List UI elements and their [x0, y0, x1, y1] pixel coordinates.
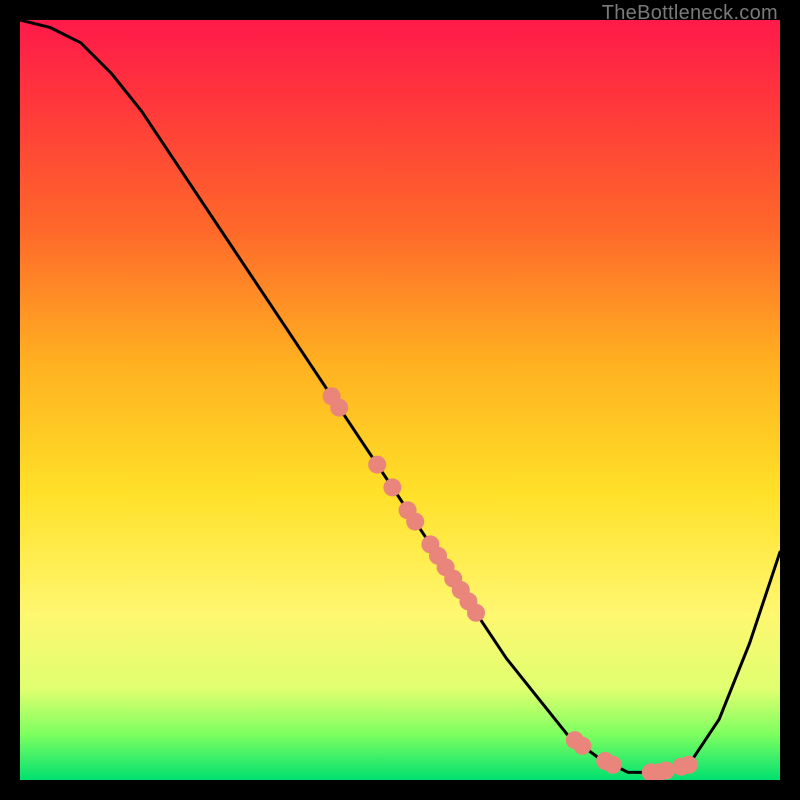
watermark-text: TheBottleneck.com — [602, 2, 778, 25]
data-point — [467, 604, 485, 622]
bottleneck-curve-svg — [20, 20, 780, 780]
data-point — [657, 762, 675, 780]
bottleneck-curve — [20, 20, 780, 772]
data-point — [368, 456, 386, 474]
data-point — [383, 478, 401, 496]
data-point — [406, 513, 424, 531]
data-point — [330, 399, 348, 417]
chart-frame: TheBottleneck.com — [0, 0, 800, 800]
plot-area — [20, 20, 780, 780]
data-point — [573, 737, 591, 755]
data-point — [680, 756, 698, 774]
data-point — [604, 756, 622, 774]
